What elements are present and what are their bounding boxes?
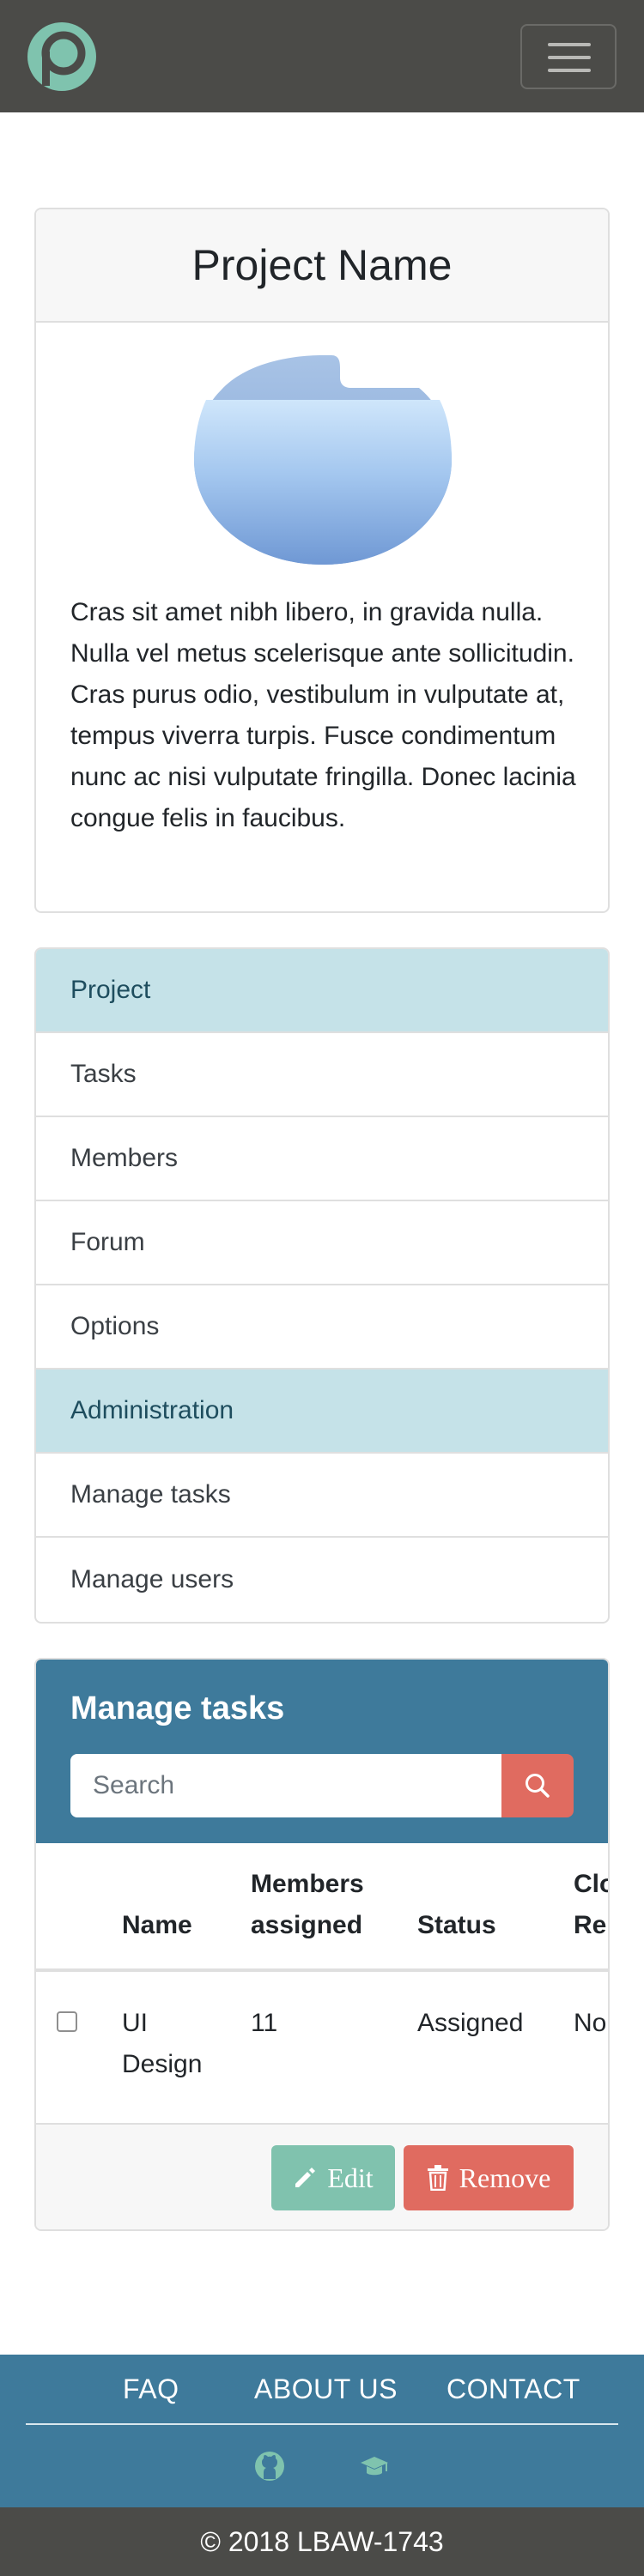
column-status[interactable]: Status: [417, 1905, 496, 1946]
p-logo-icon[interactable]: [27, 22, 96, 91]
search-icon: [526, 1774, 550, 1798]
project-menu: Project Tasks Members Forum Options Admi…: [34, 947, 610, 1624]
task-status: Assigned: [417, 2009, 524, 2037]
task-name: UI Design: [122, 2009, 203, 2078]
graduation-cap-icon[interactable]: [359, 2452, 390, 2483]
footer-divider: [26, 2423, 618, 2425]
folder-illustration: [194, 355, 452, 565]
trash-icon: [427, 2165, 448, 2191]
footer-links: FAQ ABOUT US CONTACT: [0, 2355, 644, 2423]
navbar-toggle-button[interactable]: [520, 24, 617, 89]
manage-tasks-actions: Edit Remove: [36, 2123, 608, 2229]
project-card: Project Name Cras sit amet nibh libero, …: [34, 208, 610, 913]
table-row: UI Design 11 Assigned No: [36, 1972, 608, 2123]
menu-item-manage-users[interactable]: Manage users: [36, 1538, 608, 1622]
remove-button[interactable]: Remove: [404, 2145, 574, 2210]
menu-header-administration[interactable]: Administration: [36, 1370, 608, 1454]
manage-tasks-title: Manage tasks: [70, 1690, 285, 1726]
manage-tasks-panel: Manage tasks Name Members assigned Statu…: [34, 1658, 610, 2231]
column-closed[interactable]: Clo Re: [574, 1864, 608, 1946]
menu-item-manage-tasks[interactable]: Manage tasks: [36, 1454, 608, 1538]
task-members-count: 11: [251, 2009, 278, 2037]
column-name[interactable]: Name: [122, 1905, 192, 1946]
row-checkbox[interactable]: [57, 2011, 77, 2032]
menu-item-members[interactable]: Members: [36, 1117, 608, 1201]
column-members-assigned[interactable]: Members assigned: [251, 1864, 364, 1946]
search-input[interactable]: [70, 1754, 501, 1817]
copyright: © 2018 LBAW-1743: [0, 2507, 644, 2576]
footer-link-about-us[interactable]: ABOUT US: [254, 2373, 398, 2405]
navbar: [0, 0, 644, 112]
edit-button[interactable]: Edit: [271, 2145, 395, 2210]
project-card-header: Project Name: [36, 209, 608, 323]
github-icon[interactable]: [254, 2451, 285, 2482]
footer-link-faq[interactable]: FAQ: [123, 2373, 179, 2405]
hamburger-menu-icon: [548, 43, 591, 46]
menu-item-forum[interactable]: Forum: [36, 1201, 608, 1285]
project-title: Project Name: [191, 241, 453, 289]
manage-tasks-header: Manage tasks: [36, 1660, 608, 1843]
task-closed: No: [574, 2009, 607, 2037]
tasks-table-header: Name Members assigned Status Clo Re: [36, 1843, 608, 1972]
project-description: Cras sit amet nibh libero, in gravida nu…: [70, 598, 576, 832]
footer-link-contact[interactable]: CONTACT: [447, 2373, 580, 2405]
search-button[interactable]: [501, 1754, 574, 1817]
footer: FAQ ABOUT US CONTACT: [0, 2355, 644, 2507]
menu-item-options[interactable]: Options: [36, 1285, 608, 1370]
menu-header-project[interactable]: Project: [36, 949, 608, 1033]
menu-item-tasks[interactable]: Tasks: [36, 1033, 608, 1117]
pencil-icon: [295, 2168, 316, 2187]
